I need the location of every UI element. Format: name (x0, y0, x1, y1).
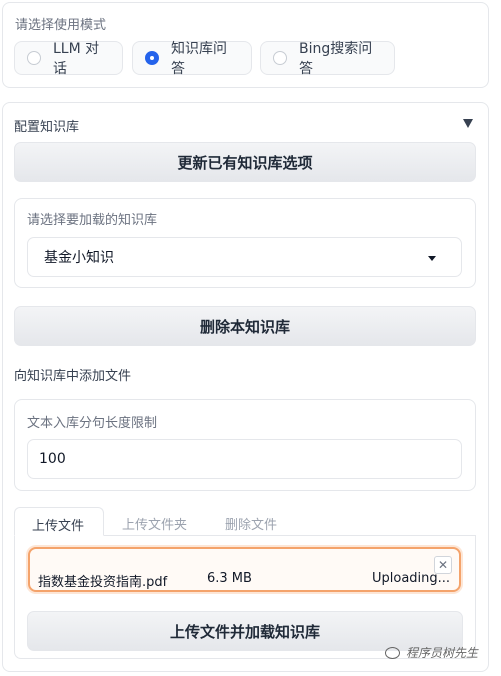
radio-button[interactable] (27, 51, 41, 65)
chunk-length-title: 文本入库分句长度限制 (27, 416, 158, 431)
dropdown-caret-icon (428, 256, 436, 261)
tab-upload-folder[interactable]: 上传文件夹 (122, 514, 187, 533)
close-icon: ✕ (437, 558, 449, 572)
refresh-kb-button[interactable]: 更新已有知识库选项 (14, 142, 476, 182)
radio-button-selected[interactable] (145, 51, 159, 65)
wechat-icon (385, 646, 400, 659)
kb-dropdown[interactable]: 基金小知识 (27, 237, 462, 277)
file-name: 指数基金投资指南.pdf (38, 575, 168, 590)
mode-option-bing[interactable]: Bing搜索问答 (260, 41, 395, 77)
kb-dropdown-value: 基金小知识 (44, 250, 114, 266)
radio-button[interactable] (273, 51, 287, 65)
mode-option-knowledge[interactable]: 知识库问答 (132, 41, 252, 77)
file-status: Uploading... (372, 571, 451, 586)
mode-option-label: LLM 对话 (53, 41, 100, 77)
tab-label: 上传文件 (32, 519, 85, 534)
chunk-length-input[interactable]: 100 (27, 439, 462, 479)
mode-option-llm[interactable]: LLM 对话 (14, 41, 123, 77)
kb-config-title: 配置知识库 (14, 120, 80, 135)
mode-option-label: Bing搜索问答 (299, 41, 373, 77)
watermark-text: 程序员树先生 (406, 646, 479, 660)
watermark: 程序员树先生 (385, 644, 478, 661)
delete-kb-button[interactable]: 删除本知识库 (14, 306, 476, 346)
file-size: 6.3 MB (207, 571, 252, 586)
tab-delete-file[interactable]: 删除文件 (225, 514, 277, 533)
add-files-title: 向知识库中添加文件 (14, 369, 132, 384)
triangle-down-icon[interactable] (463, 119, 473, 128)
kb-select-title: 请选择要加载的知识库 (27, 213, 158, 228)
tab-upload-file[interactable]: 上传文件 (14, 507, 104, 536)
mode-title: 请选择使用模式 (15, 18, 107, 33)
mode-option-label: 知识库问答 (171, 41, 227, 77)
